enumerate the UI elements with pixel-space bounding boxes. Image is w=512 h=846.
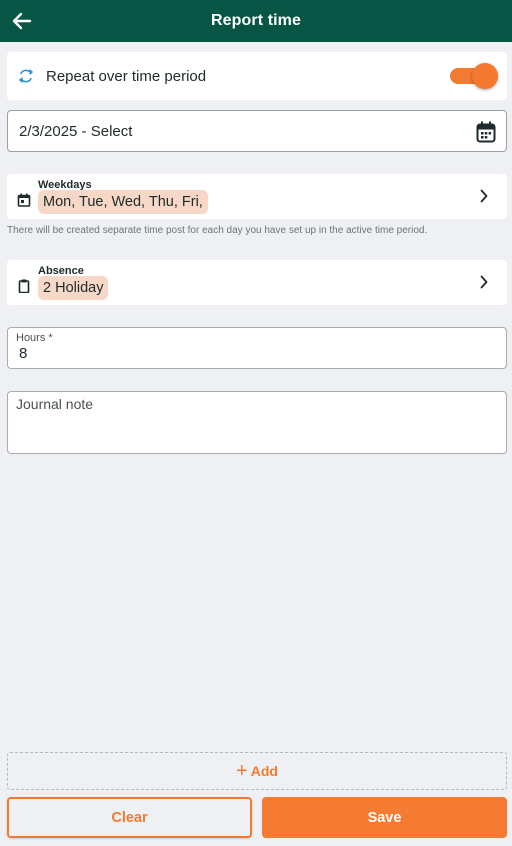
save-label: Save	[367, 809, 402, 826]
plus-icon: +	[236, 760, 248, 782]
journal-note-field[interactable]: Journal note	[7, 391, 507, 454]
journal-note-placeholder: Journal note	[16, 396, 94, 412]
clear-label: Clear	[111, 809, 148, 826]
add-label: Add	[250, 763, 278, 779]
calendar-day-icon	[17, 193, 31, 207]
page-title: Report time	[211, 12, 301, 29]
repeat-label: Repeat over time period	[46, 67, 207, 85]
arrow-left-icon	[12, 12, 32, 30]
absence-chip: 2 Holiday	[38, 276, 109, 300]
hours-field[interactable]: Hours * 8	[7, 327, 507, 369]
save-button[interactable]: Save	[262, 797, 507, 838]
weekdays-selector[interactable]: Weekdays Mon, Tue, Wed, Thu, Fri,	[7, 174, 507, 219]
weekdays-hint: There will be created separate time post…	[7, 225, 428, 236]
date-range-value: 2/3/2025 - Select	[19, 122, 133, 140]
repeat-toggle[interactable]	[450, 63, 498, 89]
clear-button[interactable]: Clear	[7, 797, 252, 838]
repeat-row: Repeat over time period	[7, 52, 507, 100]
calendar-icon[interactable]	[476, 121, 496, 143]
app-header: Report time	[0, 0, 512, 42]
weekdays-chip: Mon, Tue, Wed, Thu, Fri,	[38, 190, 208, 214]
absence-selector[interactable]: Absence 2 Holiday	[7, 260, 507, 305]
hours-value: 8	[19, 345, 28, 362]
hours-label: Hours *	[16, 332, 53, 344]
clipboard-icon	[18, 279, 30, 293]
date-range-field[interactable]: 2/3/2025 - Select	[7, 110, 507, 152]
toggle-knob	[472, 63, 498, 89]
back-button[interactable]	[8, 7, 36, 35]
chevron-right-icon	[480, 189, 488, 203]
add-button[interactable]: + Add	[7, 752, 507, 790]
chevron-right-icon	[480, 275, 488, 289]
repeat-icon	[17, 67, 35, 85]
